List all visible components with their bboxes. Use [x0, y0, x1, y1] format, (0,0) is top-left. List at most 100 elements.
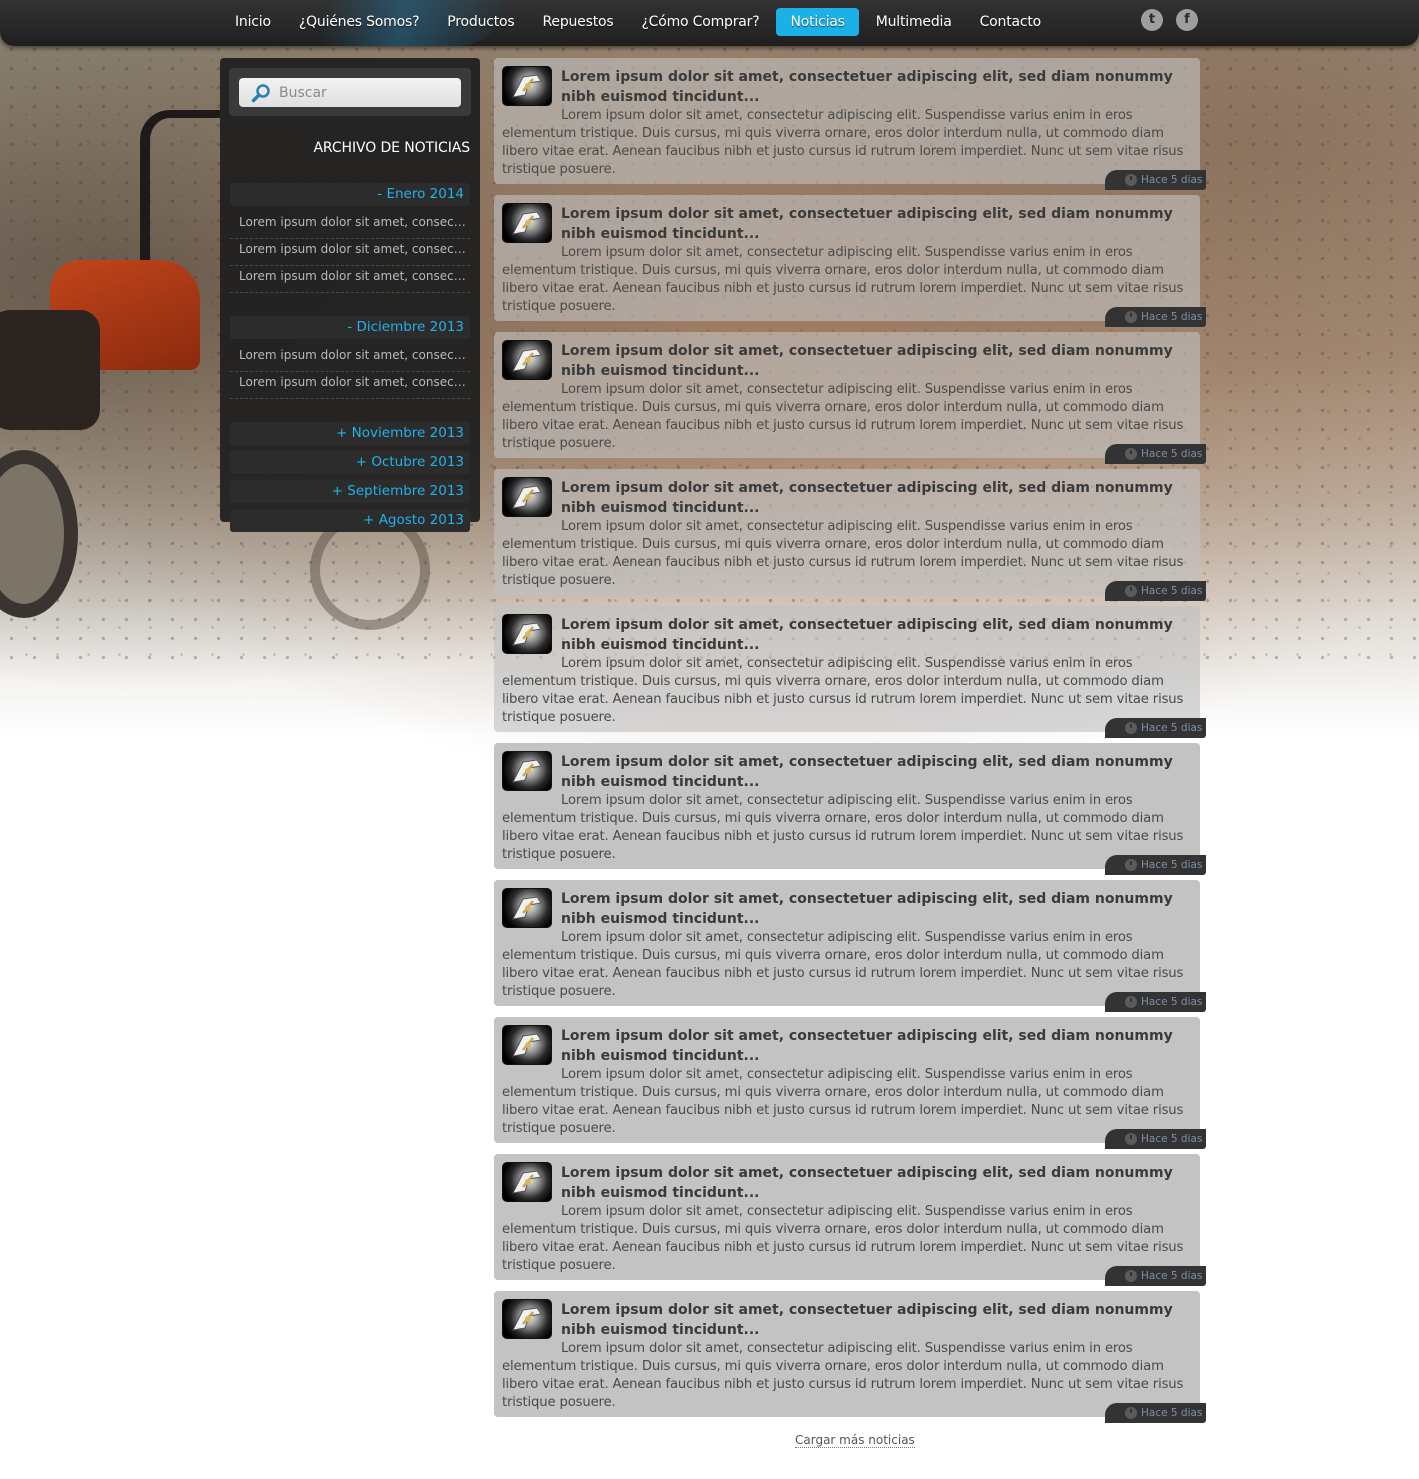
clock-icon [1125, 174, 1137, 186]
news-archive-sidebar: ARCHIVO DE NOTICIAS - Enero 2014 Lorem ip… [220, 58, 480, 532]
clock-icon [1125, 448, 1137, 460]
nav-item-1[interactable]: ¿Quiénes Somos? [285, 8, 433, 36]
news-thumbnail[interactable] [502, 888, 552, 928]
load-more-button[interactable]: Cargar más noticias [795, 1433, 915, 1448]
news-card[interactable]: Lorem ipsum dolor sit amet, consectetuer… [494, 58, 1206, 190]
news-card[interactable]: Lorem ipsum dolor sit amet, consectetuer… [494, 1154, 1206, 1286]
news-card[interactable]: Lorem ipsum dolor sit amet, consectetuer… [494, 1017, 1206, 1149]
news-timestamp: Hace 5 dias [1105, 855, 1206, 875]
news-excerpt: Lorem ipsum dolor sit amet, consectetur … [502, 245, 1184, 314]
news-card[interactable]: Lorem ipsum dolor sit amet, consectetuer… [494, 1291, 1206, 1423]
archive-month-toggle[interactable]: - Enero 2014 [230, 183, 470, 206]
archive-news-link[interactable]: Lorem ipsum dolor sit amet, consectetuer… [230, 239, 470, 266]
archive-month-toggle[interactable]: + Septiembre 2013 [230, 480, 470, 503]
news-excerpt: Lorem ipsum dolor sit amet, consectetur … [502, 1067, 1184, 1136]
news-card[interactable]: Lorem ipsum dolor sit amet, consectetuer… [494, 195, 1206, 327]
archive-news-link[interactable]: Lorem ipsum dolor sit amet, consectetuer… [230, 345, 470, 372]
news-title[interactable]: Lorem ipsum dolor sit amet, consectetuer… [561, 67, 1181, 107]
news-title[interactable]: Lorem ipsum dolor sit amet, consectetuer… [561, 341, 1181, 381]
search-container [229, 68, 471, 116]
news-timestamp: Hace 5 dias [1105, 170, 1206, 190]
news-title[interactable]: Lorem ipsum dolor sit amet, consectetuer… [561, 478, 1181, 518]
time-label: Hace 5 dias [1141, 1270, 1203, 1282]
nav-item-2[interactable]: Productos [433, 8, 528, 36]
news-card[interactable]: Lorem ipsum dolor sit amet, consectetuer… [494, 743, 1206, 875]
archive-month: + Octubre 2013 [230, 451, 470, 474]
news-card[interactable]: Lorem ipsum dolor sit amet, consectetuer… [494, 469, 1206, 601]
time-label: Hace 5 dias [1141, 448, 1203, 460]
time-label: Hace 5 dias [1141, 722, 1203, 734]
news-thumbnail[interactable] [502, 751, 552, 791]
news-title[interactable]: Lorem ipsum dolor sit amet, consectetuer… [561, 615, 1181, 655]
search-box [239, 78, 461, 107]
news-timestamp: Hace 5 dias [1105, 581, 1206, 601]
twitter-icon[interactable]: t [1141, 9, 1163, 31]
news-timestamp: Hace 5 dias [1105, 1266, 1206, 1286]
top-navigation-bar: Inicio ¿Quiénes Somos? Productos Repuestos ¿… [0, 0, 1419, 46]
news-card[interactable]: Lorem ipsum dolor sit amet, consectetuer… [494, 880, 1206, 1012]
time-label: Hace 5 dias [1141, 996, 1203, 1008]
news-thumbnail[interactable] [502, 477, 552, 517]
clock-icon [1125, 311, 1137, 323]
news-title[interactable]: Lorem ipsum dolor sit amet, consectetuer… [561, 1026, 1181, 1066]
news-timestamp: Hace 5 dias [1105, 1403, 1206, 1423]
news-timestamp: Hace 5 dias [1105, 444, 1206, 464]
news-excerpt: Lorem ipsum dolor sit amet, consectetur … [502, 656, 1184, 725]
news-excerpt: Lorem ipsum dolor sit amet, consectetur … [502, 382, 1184, 451]
time-label: Hace 5 dias [1141, 1133, 1203, 1145]
archive-month-toggle[interactable]: - Diciembre 2013 [230, 316, 470, 339]
news-thumbnail[interactable] [502, 1162, 552, 1202]
search-input[interactable] [279, 78, 449, 107]
archive-news-link[interactable]: Lorem ipsum dolor sit amet, consectetuer… [230, 266, 470, 293]
time-label: Hace 5 dias [1141, 585, 1203, 597]
archive-month-list: - Enero 2014 Lorem ipsum dolor sit amet, … [230, 183, 470, 538]
time-label: Hace 5 dias [1141, 311, 1203, 323]
archive-month: + Agosto 2013 [230, 509, 470, 532]
news-timestamp: Hace 5 dias [1105, 1129, 1206, 1149]
clock-icon [1125, 585, 1137, 597]
nav-item-4[interactable]: ¿Cómo Comprar? [627, 8, 773, 36]
news-thumbnail[interactable] [502, 1025, 552, 1065]
news-thumbnail[interactable] [502, 1299, 552, 1339]
news-thumbnail[interactable] [502, 66, 552, 106]
news-thumbnail[interactable] [502, 614, 552, 654]
news-excerpt: Lorem ipsum dolor sit amet, consectetur … [502, 108, 1184, 177]
news-title[interactable]: Lorem ipsum dolor sit amet, consectetuer… [561, 1300, 1181, 1340]
archive-month: + Septiembre 2013 [230, 480, 470, 503]
search-icon[interactable] [251, 83, 271, 103]
news-excerpt: Lorem ipsum dolor sit amet, consectetur … [502, 793, 1184, 862]
archive-month-toggle[interactable]: + Octubre 2013 [230, 451, 470, 474]
news-excerpt: Lorem ipsum dolor sit amet, consectetur … [502, 930, 1184, 999]
archive-month: - Diciembre 2013 Lorem ipsum dolor sit am… [230, 316, 470, 399]
nav-item-5[interactable]: Noticias [776, 8, 859, 36]
news-title[interactable]: Lorem ipsum dolor sit amet, consectetuer… [561, 889, 1181, 929]
news-card[interactable]: Lorem ipsum dolor sit amet, consectetuer… [494, 332, 1206, 464]
facebook-icon[interactable]: f [1176, 9, 1198, 31]
news-card[interactable]: Lorem ipsum dolor sit amet, consectetuer… [494, 606, 1206, 738]
news-thumbnail[interactable] [502, 203, 552, 243]
archive-month: - Enero 2014 Lorem ipsum dolor sit amet, … [230, 183, 470, 293]
archive-news-link[interactable]: Lorem ipsum dolor sit amet, consectetuer… [230, 212, 470, 239]
atv-photo [0, 40, 430, 630]
news-excerpt: Lorem ipsum dolor sit amet, consectetur … [502, 1341, 1184, 1410]
news-thumbnail[interactable] [502, 340, 552, 380]
news-excerpt: Lorem ipsum dolor sit amet, consectetur … [502, 519, 1184, 588]
main-menu: Inicio ¿Quiénes Somos? Productos Repuestos ¿… [221, 8, 1055, 36]
clock-icon [1125, 1270, 1137, 1282]
time-label: Hace 5 dias [1141, 1407, 1203, 1419]
news-title[interactable]: Lorem ipsum dolor sit amet, consectetuer… [561, 752, 1181, 792]
archive-title: ARCHIVO DE NOTICIAS [313, 140, 470, 156]
news-list: Lorem ipsum dolor sit amet, consectetuer… [494, 58, 1206, 1428]
archive-month: + Noviembre 2013 [230, 422, 470, 445]
nav-item-6[interactable]: Multimedia [862, 8, 966, 36]
archive-month-toggle[interactable]: + Noviembre 2013 [230, 422, 470, 445]
news-timestamp: Hace 5 dias [1105, 718, 1206, 738]
nav-item-0[interactable]: Inicio [221, 8, 285, 36]
nav-item-3[interactable]: Repuestos [529, 8, 628, 36]
nav-item-7[interactable]: Contacto [966, 8, 1055, 36]
archive-news-link[interactable]: Lorem ipsum dolor sit amet, consectetuer… [230, 372, 470, 399]
archive-month-toggle[interactable]: + Agosto 2013 [230, 509, 470, 532]
news-title[interactable]: Lorem ipsum dolor sit amet, consectetuer… [561, 1163, 1181, 1203]
time-label: Hace 5 dias [1141, 859, 1203, 871]
news-title[interactable]: Lorem ipsum dolor sit amet, consectetuer… [561, 204, 1181, 244]
